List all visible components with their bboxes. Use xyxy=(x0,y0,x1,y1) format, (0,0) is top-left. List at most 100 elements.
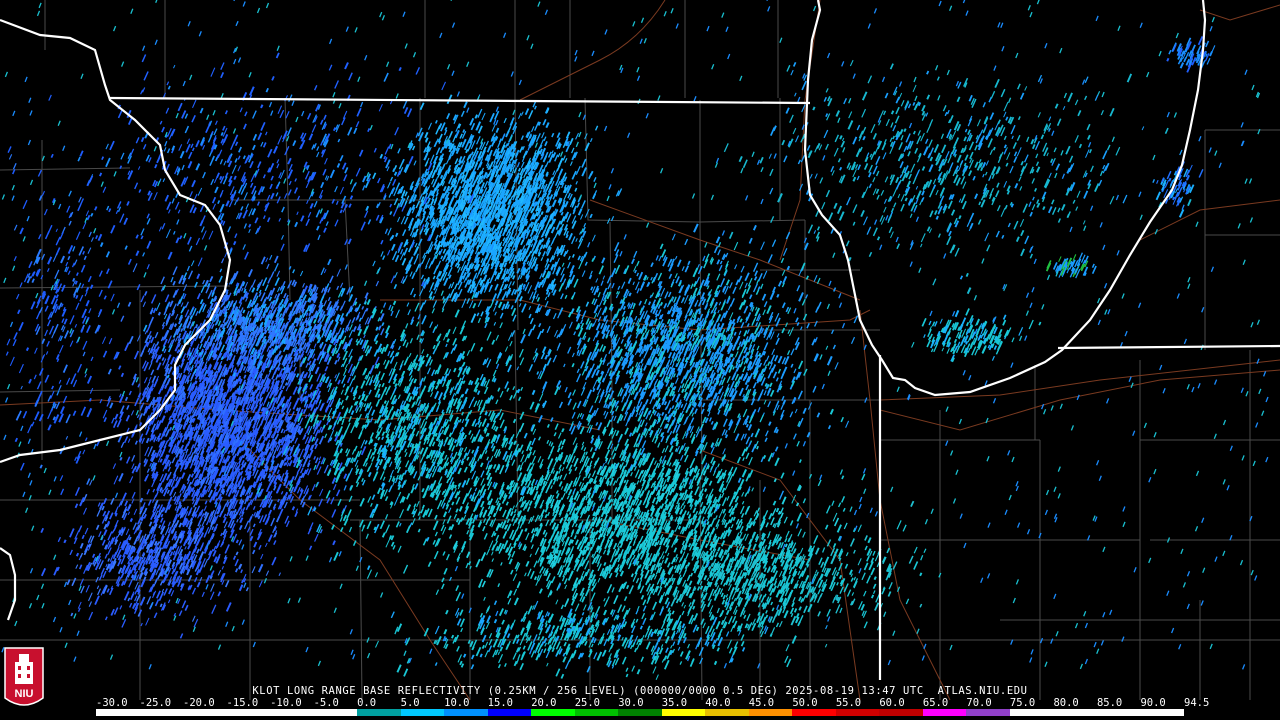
echo-mark xyxy=(145,437,150,444)
echo-mark xyxy=(154,348,158,353)
echo-mark xyxy=(248,513,254,523)
echo-mark xyxy=(251,279,256,288)
echo-mark xyxy=(131,463,135,470)
echo-mark xyxy=(469,288,474,294)
echo-mark xyxy=(143,324,148,332)
echo-mark xyxy=(476,135,481,145)
echo-mark xyxy=(551,180,555,187)
echo-mark xyxy=(329,275,334,284)
echo-mark xyxy=(253,512,257,517)
echo-mark xyxy=(245,416,249,422)
echo-mark xyxy=(320,309,324,314)
echo-mark xyxy=(427,122,433,130)
echo-mark xyxy=(318,435,325,445)
echo-mark xyxy=(267,509,273,516)
echo-mark xyxy=(287,395,292,403)
echo-mark xyxy=(134,440,138,445)
echo-mark xyxy=(501,303,506,311)
echo-mark xyxy=(157,311,162,316)
echo-mark xyxy=(276,469,280,475)
echo-mark xyxy=(155,302,161,312)
radar-map xyxy=(0,0,1280,701)
echo-mark xyxy=(271,556,277,566)
echo-mark xyxy=(291,506,296,511)
echo-mark xyxy=(547,151,552,158)
echo-mark xyxy=(345,312,349,317)
echo-mark xyxy=(305,312,309,317)
echo-mark xyxy=(221,503,227,513)
echo-mark xyxy=(530,126,535,133)
echo-mark xyxy=(562,155,566,161)
echo-mark xyxy=(480,174,484,180)
echo-mark xyxy=(125,414,131,422)
echo-mark xyxy=(332,540,336,546)
echo-mark xyxy=(149,462,152,467)
echo-mark xyxy=(462,129,466,133)
echo-mark xyxy=(139,497,144,503)
echo-mark xyxy=(276,270,281,277)
echo-mark xyxy=(246,310,250,316)
echo-mark xyxy=(542,155,548,163)
echo-mark xyxy=(606,218,611,224)
echo-mark xyxy=(201,368,205,374)
echo-mark xyxy=(575,132,579,140)
echo-mark xyxy=(153,378,159,388)
echo-mark xyxy=(492,305,497,312)
echo-mark xyxy=(299,448,305,458)
echo-mark xyxy=(562,143,566,148)
echo-mark xyxy=(544,141,548,147)
echo-mark xyxy=(551,132,555,138)
echo-mark xyxy=(150,336,155,344)
echo-mark xyxy=(314,457,319,464)
echo-mark xyxy=(144,446,150,457)
echo-mark xyxy=(190,260,195,267)
echo-mark xyxy=(485,140,489,146)
echo-mark xyxy=(401,257,407,266)
echo-mark xyxy=(124,396,129,402)
echo-mark xyxy=(454,283,458,290)
echo-mark xyxy=(494,300,499,306)
echo-mark xyxy=(267,277,272,284)
echo-mark xyxy=(309,383,314,390)
echo-mark xyxy=(171,437,176,444)
echo-mark xyxy=(270,517,276,527)
echo-mark xyxy=(341,300,346,310)
echo-mark xyxy=(289,451,293,456)
echo-mark xyxy=(507,238,511,243)
echo-mark xyxy=(536,330,542,340)
echo-mark xyxy=(279,313,283,318)
echo-mark xyxy=(148,376,152,382)
echo-mark xyxy=(569,137,574,146)
echo-mark xyxy=(348,329,354,338)
echo-mark xyxy=(293,363,296,368)
echo-mark xyxy=(540,211,544,216)
echo-mark xyxy=(173,323,178,328)
echo-mark xyxy=(244,520,249,530)
echo-mark xyxy=(175,476,179,482)
echo-mark xyxy=(571,170,577,180)
echo-mark xyxy=(157,388,163,395)
echo-mark xyxy=(188,352,193,357)
echo-mark xyxy=(146,488,150,495)
echo-mark xyxy=(249,535,254,542)
echo-mark xyxy=(360,445,367,456)
echo-mark xyxy=(222,322,227,328)
echo-mark xyxy=(335,489,341,497)
echo-mark xyxy=(334,374,337,379)
echo-mark xyxy=(190,444,195,450)
echo-mark xyxy=(288,408,292,413)
echo-mark xyxy=(150,294,157,304)
echo-mark xyxy=(375,280,380,287)
echo-mark xyxy=(288,460,293,467)
echo-mark xyxy=(282,385,285,390)
echo-mark xyxy=(251,287,256,293)
echo-mark xyxy=(543,136,547,142)
echo-mark xyxy=(299,467,304,474)
echo-mark xyxy=(512,275,516,280)
echo-mark xyxy=(285,520,290,528)
echo-mark xyxy=(401,158,405,164)
echo-mark xyxy=(435,324,439,329)
echo-mark xyxy=(220,356,224,361)
echo-mark xyxy=(494,110,500,120)
echo-mark xyxy=(181,472,186,479)
